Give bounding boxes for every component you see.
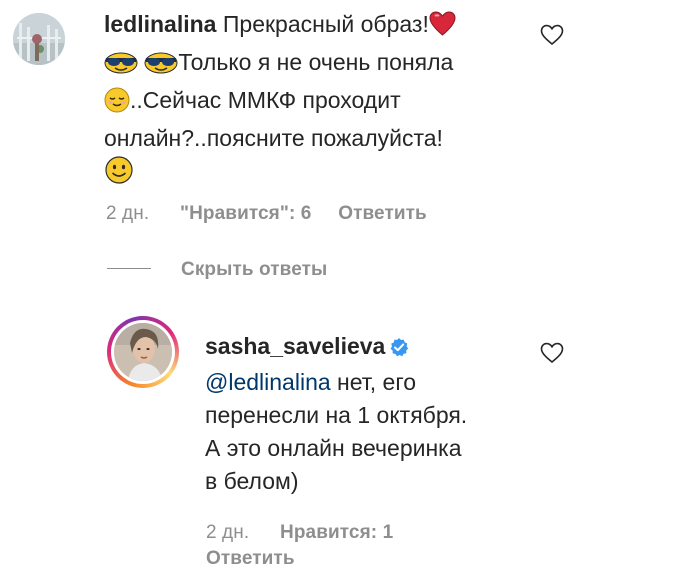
comment-line-2: Только я не очень поняла [104,46,524,84]
comment-likes-count[interactable]: "Нравится": 6 [180,203,311,224]
comment-line-5 [104,155,524,194]
relieved-face-emoji [104,87,130,122]
reply-meta: 2 дн. Нравится: 1 Ответить [206,520,466,572]
reply-text-part: перенесли на 1 октября. [205,402,468,428]
avatar-photo [13,13,65,65]
reply-meta-row: 2 дн. Нравится: 1 [206,520,466,546]
avatar-ledlinalina[interactable] [13,13,65,65]
comment-text-part: ..Сейчас ММКФ проходит [130,87,401,113]
like-button[interactable] [540,24,564,51]
heart-outline-icon [540,24,564,46]
comment-time[interactable]: 2 дн. [106,203,149,224]
reply-reply-button[interactable]: Ответить [206,546,466,572]
avatar-photo [114,323,172,381]
heart-outline-icon [540,342,564,364]
comment-text-part: Только я не очень поняла [178,49,454,75]
verified-badge-icon [389,333,409,366]
reply-text-part: А это онлайн вечеринка [205,435,462,461]
reply-line-2: @ledlinalina нет, его [205,366,535,399]
comment-meta: 2 дн. "Нравится": 6 Ответить [106,203,427,225]
reply-likes-count[interactable]: Нравится: 1 [280,522,393,543]
comment-line-1: ledlinalina Прекрасный образ! [104,8,524,46]
comment-line-3: ..Сейчас ММКФ проходит [104,84,524,122]
reply-text-part: в белом) [205,468,299,494]
reply-username[interactable]: sasha_savelieva [205,333,385,359]
reply-mention-link[interactable]: @ledlinalina [205,369,331,395]
reply-line-4: А это онлайн вечеринка [205,432,535,465]
avatar-sasha-savelieva[interactable] [107,316,179,388]
comment-text-part: онлайн?..поясните пожалуйста! [104,125,443,151]
reply-line-3: перенесли на 1 октября. [205,399,535,432]
comment-body: ledlinalina Прекрасный образ! Только я н… [104,8,524,194]
hide-replies-label: Скрыть ответы [181,259,328,280]
reply-like-button[interactable] [540,342,564,369]
comment-text-part: Прекрасный образ! [222,11,429,37]
comment-username[interactable]: ledlinalina [104,11,216,37]
smiling-face-with-sunglasses-emoji [144,51,178,84]
reply-time[interactable]: 2 дн. [206,522,249,543]
reply-line-1: sasha_savelieva [205,330,535,366]
red-heart-emoji [429,11,456,46]
comment-reply-button[interactable]: Ответить [338,203,427,224]
comment-line-4: онлайн?..поясните пожалуйста! [104,122,524,155]
avatar-ring-gap [111,320,175,384]
replies-divider [107,268,151,269]
reply-body: sasha_savelieva @ledlinalina нет, его пе… [205,330,535,498]
reply-text-part: нет, его [330,369,417,395]
slightly-smiling-face-emoji [104,155,134,194]
smiling-face-with-sunglasses-emoji [104,51,138,84]
reply-line-5: в белом) [205,465,535,498]
hide-replies-button[interactable]: Скрыть ответы [181,259,327,281]
